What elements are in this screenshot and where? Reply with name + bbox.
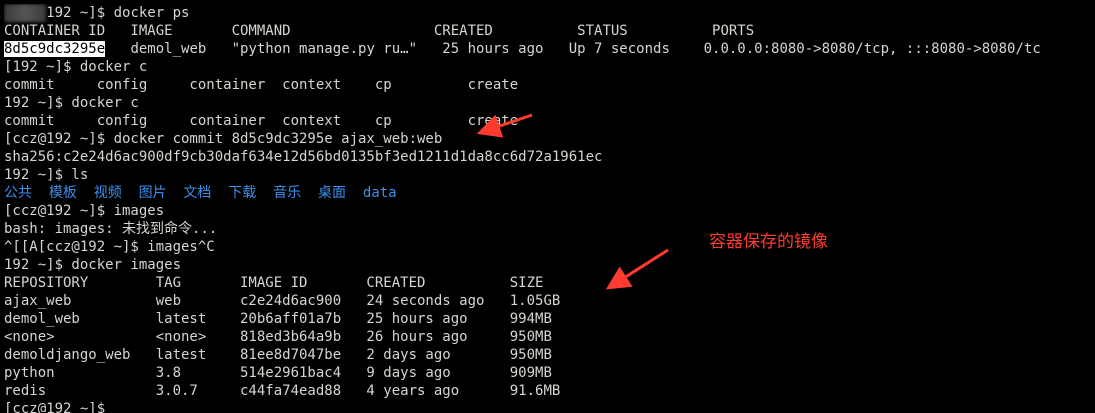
redacted-username [4,4,47,22]
terminal-line: bash: images: 未找到命令... [4,220,1095,238]
terminal-line: <none> <none> 818ed3b64a9b 26 hours ago … [4,328,1095,346]
terminal-text: 192 ~]$ ls [4,167,89,183]
terminal-line: demoldjango_web latest 81ee8d7047be 2 da… [4,346,1095,364]
terminal-text: commit config container context cp creat… [4,77,519,93]
terminal-line: commit config container context cp creat… [4,112,1095,130]
terminal-line: redis 3.0.7 c44fa74ead88 4 years ago 91.… [4,382,1095,400]
annotation-label: 容器保存的镜像 [709,232,828,252]
terminal-line: ajax_web web c2e24d6ac900 24 seconds ago… [4,292,1095,310]
terminal-text: [ccz@192 ~]$ images [4,203,165,219]
terminal-line: REPOSITORY TAG IMAGE ID CREATED SIZE [4,274,1095,292]
terminal-line: [ccz@192 ~]$ images [4,202,1095,220]
terminal-text: 192 ~]$ docker ps [46,5,190,21]
terminal-text: commit config container context cp creat… [4,113,519,129]
terminal-text: ^[[A[ccz@192 ~]$ images^C [4,239,215,255]
terminal-line: 192 ~]$ ls [4,166,1095,184]
terminal-text: REPOSITORY TAG IMAGE ID CREATED SIZE [4,275,544,291]
terminal-line: 8d5c9dc3295e demol_web "python manage.py… [4,40,1095,58]
directory-listing: 公共 模板 视频 图片 文档 下载 音乐 桌面 data [4,185,397,201]
terminal-line: demol_web latest 20b6aff01a7b 25 hours a… [4,310,1095,328]
terminal-line: 192 ~]$ docker ps [4,4,1095,22]
terminal-line: [ccz@192 ~]$ docker commit 8d5c9dc3295e … [4,130,1095,148]
terminal-line: python 3.8 514e2961bac4 9 days ago 909MB [4,364,1095,382]
terminal-text: 192 ~]$ docker c [4,95,139,111]
terminal-text: redis 3.0.7 c44fa74ead88 4 years ago 91.… [4,383,561,399]
terminal-text: <none> <none> 818ed3b64a9b 26 hours ago … [4,329,552,345]
terminal-line: commit config container context cp creat… [4,76,1095,94]
terminal-line: CONTAINER ID IMAGE COMMAND CREATED STATU… [4,22,1095,40]
terminal-text: 192 ~]$ docker images [4,257,182,273]
terminal-line: sha256:c2e24d6ac900df9cb30daf634e12d56bd… [4,148,1095,166]
terminal-line: 192 ~]$ docker c [4,94,1095,112]
terminal-window[interactable]: 192 ~]$ docker ps CONTAINER ID IMAGE COMM… [4,4,1095,413]
terminal-line: 公共 模板 视频 图片 文档 下载 音乐 桌面 data [4,184,1095,202]
terminal-text: [ccz@192 ~]$ [4,401,106,413]
terminal-text: demol_web latest 20b6aff01a7b 25 hours a… [4,311,552,327]
selected-container-id: 8d5c9dc3295e [4,41,106,57]
terminal-line: ^[[A[ccz@192 ~]$ images^C [4,238,1095,256]
terminal-line: [ccz@192 ~]$ [4,400,1095,413]
terminal-text: [ccz@192 ~]$ docker commit 8d5c9dc3295e … [4,131,443,147]
terminal-text: ajax_web web c2e24d6ac900 24 seconds ago… [4,293,561,309]
terminal-text: 192 ~]$ docker c [12,59,148,75]
terminal-line: 192 ~]$ docker images [4,256,1095,274]
terminal-text: demol_web "python manage.py ru…" 25 hour… [105,41,1041,57]
terminal-text: python 3.8 514e2961bac4 9 days ago 909MB [4,365,552,381]
terminal-text: sha256:c2e24d6ac900df9cb30daf634e12d56bd… [4,149,603,165]
terminal-text: CONTAINER ID IMAGE COMMAND CREATED STATU… [4,23,755,39]
terminal-line: [192 ~]$ docker c [4,58,1095,76]
terminal-text: demoldjango_web latest 81ee8d7047be 2 da… [4,347,552,363]
terminal-text: bash: images: 未找到命令... [4,221,218,237]
